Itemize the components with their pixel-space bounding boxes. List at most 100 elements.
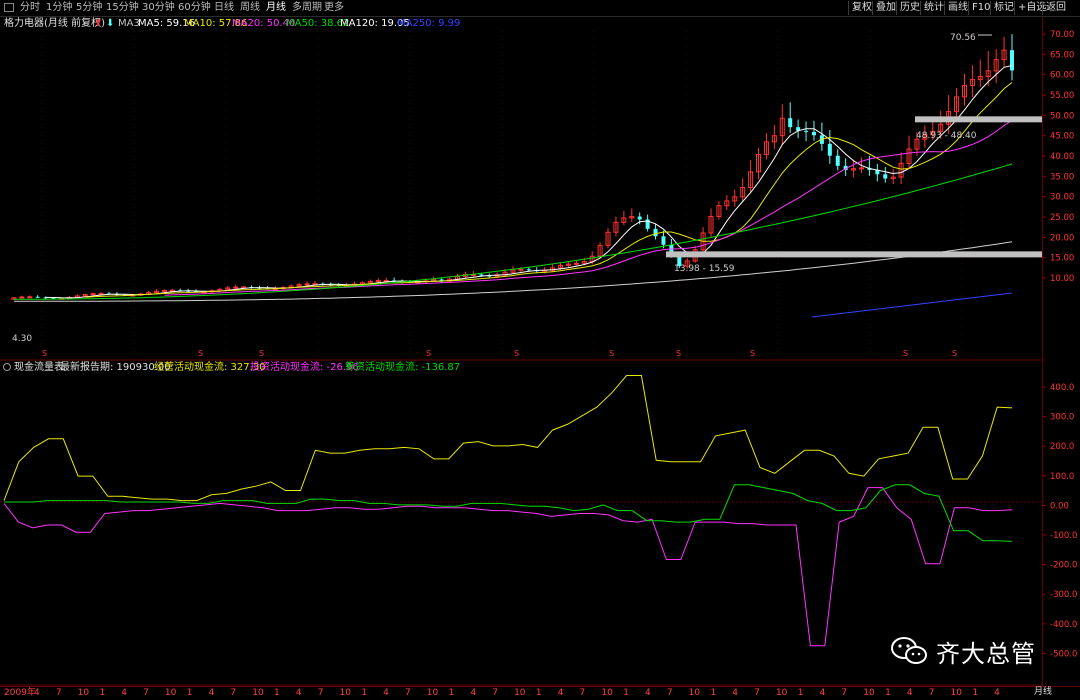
toolbar-button-3[interactable]: 统计: [920, 1, 947, 15]
candle-up: [375, 280, 381, 283]
time-label: 7: [404, 688, 411, 698]
up-arrow-icon[interactable]: ⬆: [94, 17, 102, 31]
cashflow-tick-label: 200.0: [1050, 442, 1074, 452]
wechat-icon: [890, 636, 928, 666]
tab-5[interactable]: 60分钟: [178, 1, 211, 15]
cashflow-title: 现金流量表: [14, 362, 64, 373]
period-indicator[interactable]: 月线: [1034, 686, 1052, 698]
cashflow-legend-bar: 现金流量表 最新报告期: 190930.00 经营活动现金流: 327.30 投资…: [0, 361, 1042, 375]
cashflow-series-label-2: 筹资活动现金流: -136.87: [345, 362, 461, 373]
price-axis: 70.00 65.00 60.00 55.00 50.00 45.00 40.00 35.00…: [1042, 17, 1080, 686]
tab-9[interactable]: 多周期: [292, 1, 322, 15]
tab-6[interactable]: 日线: [214, 1, 234, 15]
time-label: 7: [841, 688, 848, 698]
time-label: 7: [55, 688, 62, 698]
tab-0[interactable]: 分时: [20, 1, 40, 15]
time-label: 1: [710, 688, 717, 698]
cashflow-tick-label: 0.00: [1050, 501, 1069, 511]
candlestick-chart[interactable]: 70.56 4.30 48.93 - 48.40 13.98 - 15.59 S S S S S…: [0, 31, 1042, 361]
tab-7[interactable]: 周线: [240, 1, 260, 15]
time-label: 7: [230, 688, 237, 698]
price-tick-label: 35.00: [1050, 172, 1074, 182]
cashflow-line-0: [3, 375, 1013, 502]
time-label: 10: [514, 688, 526, 698]
time-label: 4: [34, 688, 40, 698]
cashflow-tick-label: 400.0: [1050, 383, 1074, 393]
toolbar: 分时 1分钟 5分钟 15分钟 30分钟 60分钟 日线 周线 月线 多周期 更多 复权 叠加 历史 统计…: [0, 0, 1080, 17]
time-label: 10: [863, 688, 875, 698]
candle-down: [1010, 50, 1014, 71]
down-arrow-icon[interactable]: ⬇: [106, 17, 114, 31]
stock-title: 格力电器(月线 前复权): [4, 18, 105, 29]
signal-mark: S: [259, 349, 264, 358]
tab-4[interactable]: 30分钟: [142, 1, 175, 15]
time-label: 4: [208, 688, 215, 698]
cashflow-line-2: [4, 484, 1013, 542]
time-label: 7: [579, 688, 586, 698]
candle-down: [811, 131, 816, 136]
time-label: 7: [143, 688, 149, 698]
time-label: 4: [121, 688, 128, 698]
price-tick-label: 50.00: [1050, 111, 1074, 121]
candle-up: [518, 268, 524, 271]
cashflow-series-label-0: 经营活动现金流: 327.30: [154, 362, 266, 373]
toolbar-button-4[interactable]: 画线: [944, 1, 971, 15]
toolbar-button-2[interactable]: 历史: [896, 1, 923, 15]
ma-line-50: [13, 163, 1013, 300]
time-label: 1: [361, 688, 368, 698]
time-label: 7: [317, 688, 324, 698]
price-tick-label: 15.00: [1050, 254, 1074, 264]
candle-down: [788, 118, 793, 128]
ma-line-20: [164, 120, 1013, 296]
time-label: 10: [688, 688, 701, 698]
time-label: 1: [885, 688, 891, 698]
cashflow-tick-label: 300.0: [1050, 413, 1074, 423]
candle-down: [835, 155, 840, 166]
tab-1[interactable]: 1分钟: [46, 1, 72, 15]
cashflow-tick-label: -500.0: [1050, 649, 1077, 659]
tab-3[interactable]: 15分钟: [106, 1, 139, 15]
time-label: 4: [906, 688, 913, 698]
time-label: 1: [274, 688, 280, 698]
time-label: 10: [77, 688, 90, 698]
price-tick-label: 40.00: [1050, 152, 1074, 162]
time-label: 10: [775, 688, 788, 698]
toolbar-button-0[interactable]: 复权: [848, 1, 875, 15]
high-label: 70.56: [950, 33, 976, 43]
time-label: 1: [535, 688, 542, 698]
toolbar-button-1[interactable]: 叠加: [872, 1, 899, 15]
time-label: 7: [492, 688, 498, 698]
cashflow-series-label-1: 投资活动现金流: -26.96: [250, 362, 359, 373]
time-label: 4: [994, 688, 1000, 698]
ma-line-5: [45, 65, 1013, 299]
zone-upper-label: 48.93 - 48.40: [916, 131, 977, 141]
tab-8[interactable]: 月线: [266, 1, 286, 15]
signal-mark: S: [42, 349, 47, 358]
tab-10[interactable]: 更多: [324, 1, 344, 15]
time-label: 4: [470, 688, 477, 698]
time-label: 1: [186, 688, 193, 698]
toolbar-button-6[interactable]: 标记: [990, 1, 1017, 15]
time-label: 4: [383, 688, 389, 698]
candle-down: [479, 274, 484, 276]
candle-up: [19, 296, 25, 299]
time-label: 1: [797, 688, 804, 698]
cashflow-tick-label: -400.0: [1050, 620, 1077, 630]
watermark: 齐大总管: [890, 636, 1036, 668]
time-label: 10: [601, 688, 613, 698]
tab-2[interactable]: 5分钟: [76, 1, 102, 15]
time-label: 10: [164, 688, 177, 698]
time-label: 2009年: [4, 688, 36, 698]
watermark-text: 齐大总管: [936, 639, 1036, 668]
ma-label-6: MA250: 9.99: [397, 18, 461, 29]
candle-down: [35, 296, 40, 298]
candle-up: [304, 283, 310, 286]
cashflow-tick-label: -100.0: [1050, 531, 1077, 541]
toolbar-button-8[interactable]: 返回: [1042, 1, 1069, 15]
indicator-toggle-icon[interactable]: [3, 363, 11, 371]
time-label: 1: [623, 688, 629, 698]
menu-icon[interactable]: [4, 3, 14, 12]
time-label: 10: [252, 688, 264, 698]
cashflow-chart[interactable]: [0, 375, 1042, 686]
signal-mark: S: [514, 349, 519, 358]
